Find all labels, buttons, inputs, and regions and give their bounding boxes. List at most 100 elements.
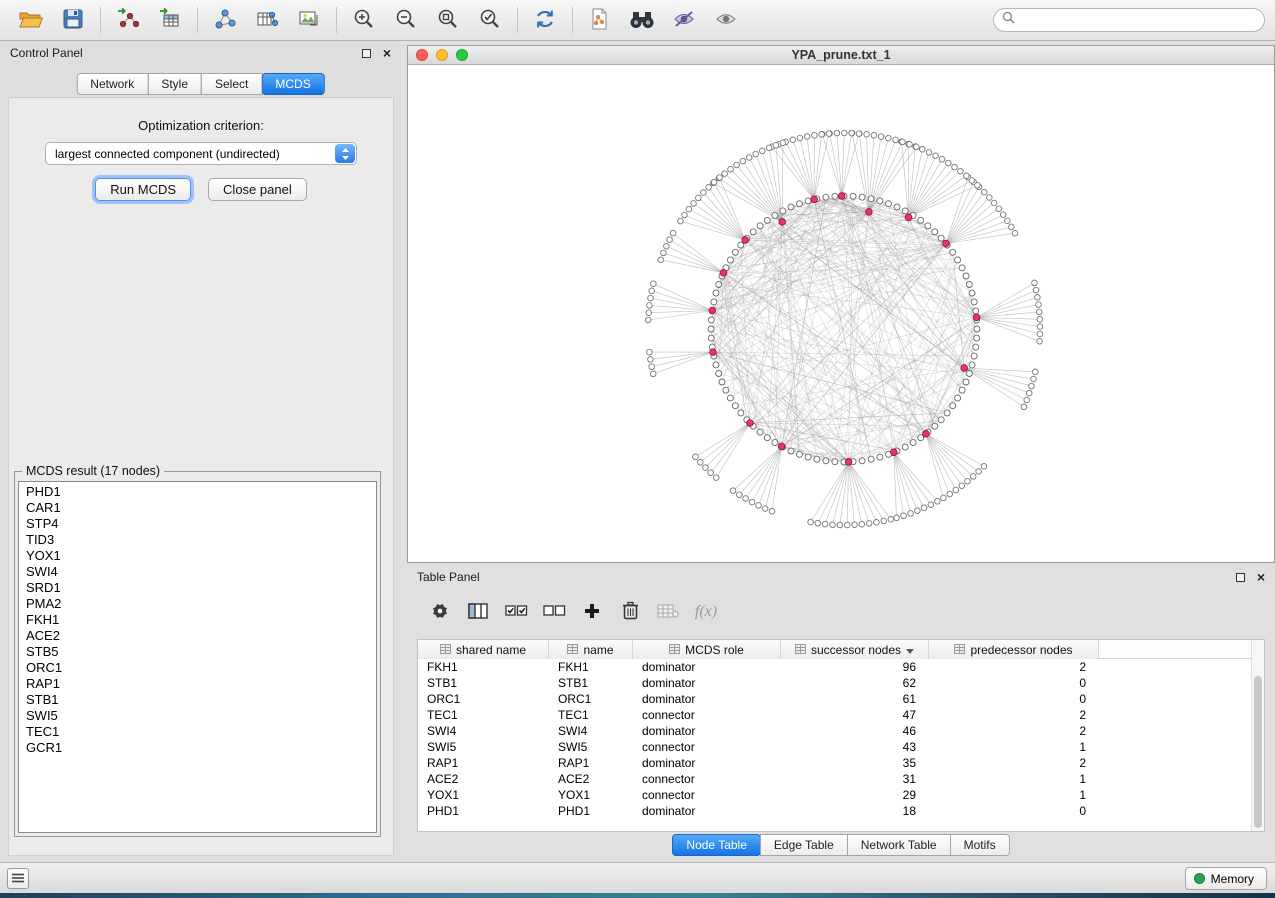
- graph-node[interactable]: [996, 206, 1002, 212]
- graph-node[interactable]: [950, 403, 956, 409]
- graph-node[interactable]: [1035, 295, 1041, 301]
- graph-node[interactable]: [920, 147, 926, 153]
- graph-node[interactable]: [797, 451, 803, 457]
- graph-node[interactable]: [976, 469, 982, 475]
- graph-node[interactable]: [713, 362, 719, 368]
- export-network-button[interactable]: [579, 4, 621, 36]
- graph-node[interactable]: [874, 520, 880, 526]
- graph-node[interactable]: [658, 257, 664, 263]
- graph-node[interactable]: [969, 290, 975, 296]
- graph-node[interactable]: [955, 395, 961, 401]
- graph-node[interactable]: [837, 522, 843, 528]
- tab-select[interactable]: Select: [201, 73, 262, 95]
- graph-node[interactable]: [698, 460, 704, 466]
- graph-node[interactable]: [963, 273, 969, 279]
- table-row[interactable]: ORC1ORC1dominator610: [418, 691, 1251, 707]
- graph-node[interactable]: [868, 196, 874, 202]
- mcds-result-item[interactable]: TEC1: [19, 724, 376, 740]
- open-file-button[interactable]: [10, 4, 52, 36]
- graph-node[interactable]: [866, 521, 872, 527]
- graph-node[interactable]: [1032, 280, 1038, 286]
- graph-node[interactable]: [877, 454, 883, 460]
- function-builder-button[interactable]: f(x): [687, 596, 725, 628]
- graph-node[interactable]: [826, 131, 832, 137]
- graph-node[interactable]: [808, 519, 814, 525]
- graph-node[interactable]: [838, 193, 845, 200]
- table-settings-button[interactable]: [421, 596, 459, 628]
- graph-node[interactable]: [856, 131, 862, 137]
- graph-node[interactable]: [830, 522, 836, 528]
- graph-node[interactable]: [650, 371, 656, 377]
- mcds-result-item[interactable]: CAR1: [19, 500, 376, 516]
- table-row[interactable]: TEC1TEC1connector472: [418, 707, 1251, 723]
- graph-node[interactable]: [805, 198, 811, 204]
- graph-node[interactable]: [737, 492, 743, 498]
- graph-node[interactable]: [925, 223, 931, 229]
- graph-node[interactable]: [938, 235, 944, 241]
- float-table-panel-icon[interactable]: [1236, 573, 1245, 582]
- table-row[interactable]: PHD1PHD1dominator180: [418, 803, 1251, 819]
- graph-node[interactable]: [709, 307, 716, 314]
- graph-node[interactable]: [893, 137, 899, 143]
- graph-node[interactable]: [713, 290, 719, 296]
- graph-node[interactable]: [891, 449, 898, 456]
- graph-node[interactable]: [716, 371, 722, 377]
- graph-node[interactable]: [750, 229, 756, 235]
- tab-network[interactable]: Network: [76, 73, 148, 95]
- network-graph[interactable]: [408, 65, 1274, 562]
- graph-node[interactable]: [649, 288, 655, 294]
- graph-node[interactable]: [905, 214, 912, 221]
- graph-node[interactable]: [886, 201, 892, 207]
- graph-node[interactable]: [935, 499, 941, 505]
- graph-node[interactable]: [647, 349, 653, 355]
- graph-node[interactable]: [970, 474, 976, 480]
- search-network-button[interactable]: [621, 4, 663, 36]
- graph-node[interactable]: [703, 465, 709, 471]
- graph-node[interactable]: [928, 502, 934, 508]
- graph-node[interactable]: [701, 190, 707, 196]
- graph-node[interactable]: [719, 379, 725, 385]
- mcds-result-item[interactable]: STB5: [19, 644, 376, 660]
- graph-node[interactable]: [711, 299, 717, 305]
- graph-node[interactable]: [868, 456, 874, 462]
- graph-node[interactable]: [1037, 331, 1043, 337]
- graph-node[interactable]: [823, 458, 829, 464]
- deselect-all-button[interactable]: [535, 596, 573, 628]
- network-canvas[interactable]: [408, 65, 1274, 562]
- mcds-result-item[interactable]: PHD1: [19, 484, 376, 500]
- tab-node-table[interactable]: Node Table: [672, 834, 761, 856]
- graph-node[interactable]: [1031, 376, 1037, 382]
- graph-node[interactable]: [910, 440, 916, 446]
- graph-node[interactable]: [933, 153, 939, 159]
- graph-node[interactable]: [708, 326, 714, 332]
- column-header-name[interactable]: name: [549, 640, 633, 659]
- graph-node[interactable]: [961, 365, 968, 372]
- graph-node[interactable]: [645, 317, 651, 323]
- graph-node[interactable]: [723, 387, 729, 393]
- graph-node[interactable]: [959, 483, 965, 489]
- mcds-result-item[interactable]: YOX1: [19, 548, 376, 564]
- graph-node[interactable]: [764, 217, 770, 223]
- graph-node[interactable]: [952, 164, 958, 170]
- graph-node[interactable]: [969, 178, 975, 184]
- graph-node[interactable]: [973, 314, 980, 321]
- table-scrollbar[interactable]: [1251, 640, 1264, 831]
- zoom-fit-button[interactable]: [427, 4, 469, 36]
- graph-node[interactable]: [722, 171, 728, 177]
- graph-node[interactable]: [877, 198, 883, 204]
- graph-node[interactable]: [732, 249, 738, 255]
- graph-node[interactable]: [907, 142, 913, 148]
- graph-node[interactable]: [706, 185, 712, 191]
- graph-node[interactable]: [647, 303, 653, 309]
- mcds-result-item[interactable]: SRD1: [19, 580, 376, 596]
- graph-node[interactable]: [756, 503, 762, 509]
- network-window-titlebar[interactable]: YPA_prune.txt_1: [408, 46, 1274, 65]
- graph-node[interactable]: [894, 515, 900, 521]
- graph-node[interactable]: [716, 282, 722, 288]
- graph-node[interactable]: [732, 403, 738, 409]
- graph-node[interactable]: [975, 183, 981, 189]
- graph-node[interactable]: [797, 135, 803, 141]
- status-menu-button[interactable]: [7, 868, 29, 889]
- graph-node[interactable]: [747, 420, 754, 427]
- graph-node[interactable]: [788, 204, 794, 210]
